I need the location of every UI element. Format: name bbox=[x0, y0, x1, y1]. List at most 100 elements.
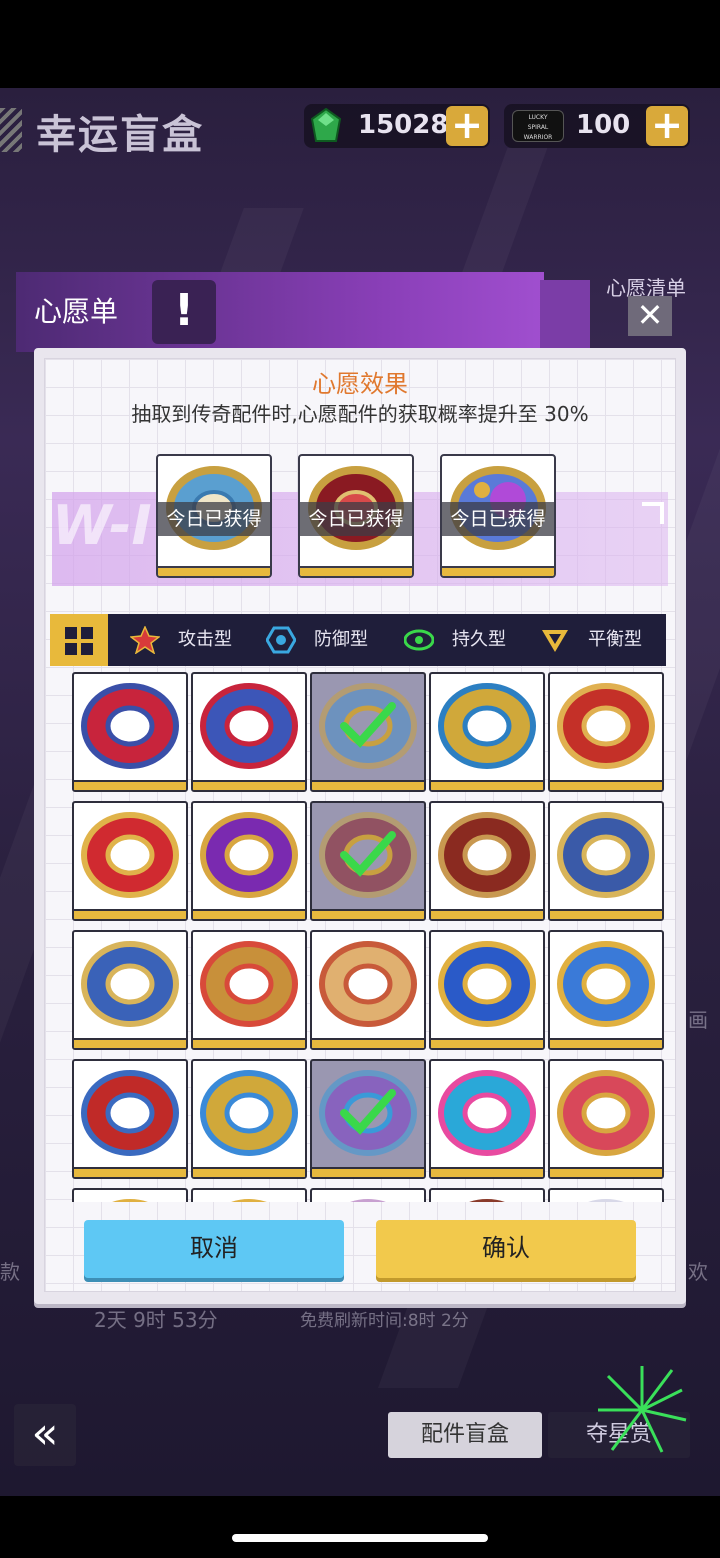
part-cell[interactable] bbox=[429, 930, 545, 1050]
ticket-amount: 100 bbox=[576, 110, 631, 140]
part-cell[interactable] bbox=[548, 1059, 664, 1179]
rarity-bar bbox=[300, 566, 412, 576]
rarity-bar bbox=[431, 780, 543, 790]
effect-title: 心愿效果 bbox=[312, 370, 408, 398]
back-arrow-icon[interactable]: « bbox=[14, 1404, 76, 1466]
confirm-button[interactable]: 确认 bbox=[376, 1220, 636, 1278]
wish-header-shadow bbox=[540, 280, 590, 350]
spin-part-icon bbox=[81, 812, 179, 898]
rarity-bar bbox=[431, 1167, 543, 1177]
top-bar: 幸运盲盒 15028 + LUCKY SPIRAL WARRIOR 100 + bbox=[0, 100, 720, 160]
checkmark-icon bbox=[340, 702, 396, 748]
wish-slot[interactable]: 今日已获得 bbox=[298, 454, 414, 578]
checkmark-icon bbox=[340, 831, 396, 877]
part-cell[interactable] bbox=[429, 1059, 545, 1179]
add-tickets-button[interactable]: + bbox=[646, 106, 688, 146]
wish-slot[interactable]: 今日已获得 bbox=[156, 454, 272, 578]
spin-part-icon bbox=[200, 1070, 298, 1156]
wish-header-title: 心愿单 bbox=[34, 295, 119, 328]
part-cell[interactable] bbox=[72, 1188, 188, 1202]
tab-parts-blindbox[interactable]: 配件盲盒 bbox=[388, 1412, 542, 1458]
wish-slot[interactable]: 今日已获得 bbox=[440, 454, 556, 578]
strip-decoration: W-I bbox=[52, 494, 152, 557]
balance-triangle-icon bbox=[542, 630, 568, 652]
filter-label: 攻击型 bbox=[178, 629, 232, 650]
part-cell[interactable] bbox=[191, 1059, 307, 1179]
rarity-bar bbox=[158, 566, 270, 576]
rarity-bar bbox=[193, 1167, 305, 1177]
corner-bracket-icon bbox=[642, 502, 664, 524]
rarity-bar bbox=[550, 1038, 662, 1048]
spin-part-icon bbox=[231, 1199, 267, 1202]
spin-part-icon bbox=[438, 941, 536, 1027]
close-button[interactable]: ✕ bbox=[628, 296, 672, 336]
obtained-badge: 今日已获得 bbox=[442, 502, 554, 536]
part-cell[interactable] bbox=[429, 1188, 545, 1202]
rarity-bar bbox=[431, 909, 543, 919]
part-cell[interactable] bbox=[72, 1059, 188, 1179]
cancel-button[interactable]: 取消 bbox=[84, 1220, 344, 1278]
rarity-bar bbox=[193, 1038, 305, 1048]
rarity-bar bbox=[74, 780, 186, 790]
part-cell[interactable] bbox=[548, 1188, 664, 1202]
obtained-badge: 今日已获得 bbox=[300, 502, 412, 536]
part-cell[interactable] bbox=[429, 801, 545, 921]
part-cell[interactable] bbox=[548, 672, 664, 792]
spin-part-icon bbox=[557, 812, 655, 898]
spin-part-icon bbox=[81, 1070, 179, 1156]
part-cell[interactable] bbox=[548, 801, 664, 921]
background-label: 欢 bbox=[688, 1260, 708, 1284]
filter-tab-balance[interactable]: 平衡型 bbox=[540, 614, 660, 666]
part-cell[interactable] bbox=[310, 672, 426, 792]
filter-all-tab[interactable] bbox=[50, 614, 108, 666]
spin-part-icon bbox=[438, 1070, 536, 1156]
info-button[interactable]: ! bbox=[152, 280, 216, 344]
gem-counter: 15028 + bbox=[304, 104, 490, 148]
part-cell[interactable] bbox=[310, 1188, 426, 1202]
rarity-bar bbox=[193, 909, 305, 919]
ticket-counter: LUCKY SPIRAL WARRIOR 100 + bbox=[504, 104, 690, 148]
home-indicator bbox=[232, 1534, 488, 1542]
spin-part-icon bbox=[200, 812, 298, 898]
checkmark-icon bbox=[340, 1089, 396, 1135]
grid-icon bbox=[65, 627, 93, 655]
part-cell[interactable] bbox=[310, 801, 426, 921]
gem-amount: 15028 bbox=[358, 110, 449, 140]
add-gems-button[interactable]: + bbox=[446, 106, 488, 146]
part-cell[interactable] bbox=[191, 930, 307, 1050]
attack-star-icon bbox=[130, 626, 160, 654]
part-cell[interactable] bbox=[548, 930, 664, 1050]
effect-description: 抽取到传奇配件时,心愿配件的获取概率提升至 30% bbox=[131, 402, 589, 426]
rarity-bar bbox=[74, 1038, 186, 1048]
spin-part-icon bbox=[112, 1199, 148, 1202]
rarity-bar bbox=[74, 909, 186, 919]
firework-icon bbox=[598, 1366, 687, 1453]
background-label: 款 bbox=[0, 1260, 20, 1284]
part-cell[interactable] bbox=[429, 672, 545, 792]
event-timer: 2天 9时 53分 bbox=[94, 1308, 218, 1332]
part-cell[interactable] bbox=[310, 1059, 426, 1179]
rarity-bar bbox=[312, 1167, 424, 1177]
part-cell[interactable] bbox=[310, 930, 426, 1050]
part-cell[interactable] bbox=[72, 672, 188, 792]
spin-part-icon bbox=[557, 683, 655, 769]
part-cell[interactable] bbox=[72, 801, 188, 921]
part-cell[interactable] bbox=[72, 930, 188, 1050]
green-gem-icon bbox=[310, 108, 342, 142]
rarity-bar bbox=[431, 1038, 543, 1048]
filter-tab-stamina[interactable]: 持久型 bbox=[404, 614, 524, 666]
obtained-badge: 今日已获得 bbox=[158, 502, 270, 536]
rarity-bar bbox=[312, 780, 424, 790]
part-cell[interactable] bbox=[191, 801, 307, 921]
spin-part-icon bbox=[469, 1199, 505, 1202]
part-cell[interactable] bbox=[191, 1188, 307, 1202]
filter-tab-defense[interactable]: 防御型 bbox=[266, 614, 386, 666]
part-cell[interactable] bbox=[191, 672, 307, 792]
filter-label: 持久型 bbox=[452, 629, 506, 650]
filter-tab-attack[interactable]: 攻击型 bbox=[130, 614, 250, 666]
background-label: 画 bbox=[688, 1008, 708, 1032]
spin-part-icon bbox=[81, 941, 179, 1027]
stamina-eye-icon bbox=[404, 629, 434, 651]
rarity-bar bbox=[74, 1167, 186, 1177]
spin-part-icon bbox=[200, 683, 298, 769]
